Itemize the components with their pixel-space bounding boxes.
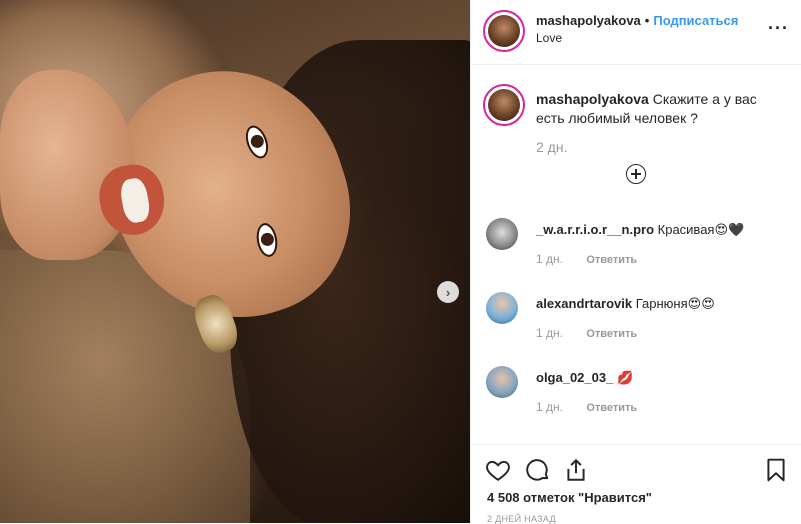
likes-count[interactable]: 4 508 отметок "Нравится" xyxy=(487,490,652,505)
caption-text-block: mashapolyakova Скажите а у вас есть люби… xyxy=(536,90,766,128)
comment-text: 💋 xyxy=(616,370,634,385)
reply-button[interactable]: Ответить xyxy=(586,402,637,414)
plus-circle-icon[interactable] xyxy=(626,164,646,184)
post-actions: 4 508 отметок "Нравится" 2 дней назад xyxy=(471,444,801,524)
comment-username[interactable]: alexandrtarovik xyxy=(536,296,632,311)
comment-text: Красивая😍🖤 xyxy=(657,222,745,237)
post-header: mashapolyakova • Подписаться Love ··· xyxy=(471,0,801,65)
comment-text: Гарнюня😍😍 xyxy=(635,296,715,311)
chevron-right-icon: › xyxy=(445,284,451,300)
author-avatar[interactable] xyxy=(483,10,525,52)
comment-meta: 1 дн. Ответить xyxy=(536,400,637,414)
comment-time[interactable]: 1 дн. xyxy=(536,326,563,340)
comment-text-block: olga_02_03_ 💋 xyxy=(536,369,633,387)
comment-username[interactable]: _w.a.r.r.i.o.r__n.pro xyxy=(536,222,654,237)
more-horizontal-icon[interactable]: ··· xyxy=(768,18,789,39)
author-username[interactable]: mashapolyakova xyxy=(536,13,641,28)
comment-item: _w.a.r.r.i.o.r__n.pro Красивая😍🖤 1 дн. О… xyxy=(483,218,783,288)
share-icon[interactable] xyxy=(563,457,589,483)
commenter-avatar[interactable] xyxy=(486,292,518,324)
comment-username[interactable]: olga_02_03_ xyxy=(536,370,613,385)
caption-username[interactable]: mashapolyakova xyxy=(536,91,649,107)
comment-text-block: alexandrtarovik Гарнюня😍😍 xyxy=(536,295,715,313)
reply-button[interactable]: Ответить xyxy=(586,254,637,266)
comment-text-block: _w.a.r.r.i.o.r__n.pro Красивая😍🖤 xyxy=(536,221,744,239)
post-sidebar: mashapolyakova • Подписаться Love ··· mash… xyxy=(470,0,801,524)
comment-icon[interactable] xyxy=(525,457,551,483)
comment-time[interactable]: 1 дн. xyxy=(536,252,563,266)
instagram-post: › mashapolyakova • Подписаться Love ··· ma… xyxy=(0,0,801,524)
caption-time[interactable]: 2 дн. xyxy=(536,139,567,155)
post-photo[interactable]: › xyxy=(0,0,470,523)
heart-icon[interactable] xyxy=(485,457,511,483)
reply-button[interactable]: Ответить xyxy=(586,328,637,340)
comment-meta: 1 дн. Ответить xyxy=(536,252,637,266)
location-label[interactable]: Love xyxy=(536,31,562,45)
carousel-next-button[interactable]: › xyxy=(437,281,459,303)
follow-button[interactable]: Подписаться xyxy=(653,13,738,28)
commenter-avatar[interactable] xyxy=(486,366,518,398)
comment-item: olga_02_03_ 💋 1 дн. Ответить xyxy=(483,366,783,436)
separator-dot: • xyxy=(644,13,650,28)
comment-item: alexandrtarovik Гарнюня😍😍 1 дн. Ответить xyxy=(483,292,783,362)
caption-avatar[interactable] xyxy=(483,84,525,126)
comment-time[interactable]: 1 дн. xyxy=(536,400,563,414)
photo-hand xyxy=(0,70,135,260)
bookmark-icon[interactable] xyxy=(763,457,789,483)
comment-meta: 1 дн. Ответить xyxy=(536,326,637,340)
commenter-avatar[interactable] xyxy=(486,218,518,250)
header-line: mashapolyakova • Подписаться xyxy=(536,13,738,28)
